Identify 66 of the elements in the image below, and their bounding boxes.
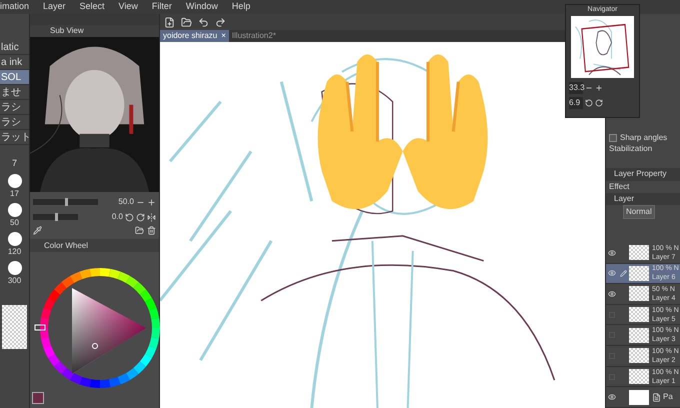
redo-icon[interactable]	[215, 16, 226, 28]
flip-icon[interactable]	[147, 212, 156, 222]
brush-size-label: 120	[8, 246, 22, 258]
eye-icon[interactable]	[608, 393, 616, 402]
rotate-right-icon[interactable]	[595, 99, 603, 107]
angle-slider[interactable]	[33, 214, 78, 220]
eye-icon[interactable]	[608, 248, 616, 257]
checkbox-label: Sharp angles	[620, 132, 668, 144]
brush-size-label: 300	[8, 274, 22, 286]
trash-icon[interactable]	[147, 226, 156, 236]
brush-size-label: 50	[10, 216, 19, 228]
eye-icon[interactable]	[608, 269, 616, 278]
rotate-left-icon[interactable]	[125, 212, 134, 222]
rotate-left-icon[interactable]	[585, 99, 593, 107]
menu-item[interactable]: Layer	[43, 0, 66, 14]
tool-item[interactable]: ラット	[0, 130, 29, 145]
tool-item[interactable]: SOL	[0, 70, 29, 85]
document-tab[interactable]: Illustration2*	[228, 30, 279, 42]
layer-row[interactable]: Pa	[606, 387, 680, 408]
new-file-icon[interactable]	[164, 16, 175, 28]
layer-thumbnail	[629, 390, 649, 405]
slider-thumb[interactable]	[54, 213, 58, 222]
tool-item[interactable]: ませ	[0, 85, 29, 100]
main-color-swatch[interactable]	[32, 392, 44, 404]
paper-icon	[652, 392, 661, 402]
effect-label: Effect	[608, 180, 630, 193]
menu-item[interactable]: Filter	[152, 0, 172, 14]
layer-name: Pa	[663, 391, 673, 404]
folder-icon[interactable]	[135, 226, 144, 236]
eyedropper-icon[interactable]	[33, 226, 42, 236]
zoom-value: 50.0	[118, 196, 134, 208]
zoom-in-icon[interactable]	[147, 198, 156, 207]
navigator-angle: 6.9	[569, 97, 583, 109]
layer-thumbnail	[629, 286, 649, 302]
layer-thumbnail	[629, 369, 649, 384]
menu-item[interactable]: Select	[80, 0, 105, 14]
open-folder-icon[interactable]	[181, 16, 192, 28]
close-icon[interactable]: ×	[221, 30, 226, 42]
slider-thumb[interactable]	[64, 198, 68, 206]
layer-thumbnail	[629, 328, 649, 343]
brush-size-header: 7	[12, 157, 17, 170]
navigator-zoom: 33.3	[569, 82, 583, 94]
layer-thumbnail	[629, 307, 649, 322]
texture-swatch[interactable]	[2, 304, 27, 348]
layer-thumbnail	[629, 266, 649, 281]
layer-thumbnail	[629, 348, 649, 364]
section-label: Stabilization	[608, 144, 654, 154]
rotate-right-icon[interactable]	[136, 212, 145, 222]
menu-item[interactable]: Window	[186, 0, 218, 14]
tool-item[interactable]: ラシ	[0, 115, 29, 130]
zoom-in-icon[interactable]	[595, 84, 603, 92]
tool-item[interactable]: latic	[0, 40, 29, 55]
undo-icon[interactable]	[198, 16, 209, 28]
pencil-icon	[620, 270, 627, 277]
tool-item[interactable]: ラシ	[0, 100, 29, 115]
layer-thumbnail	[629, 245, 649, 260]
brush-size-label: 17	[10, 188, 19, 200]
menu-item[interactable]: Help	[232, 0, 250, 14]
menu-item[interactable]: imation	[0, 0, 30, 14]
menu-item[interactable]: View	[118, 0, 138, 14]
checkbox[interactable]	[609, 134, 617, 142]
zoom-slider[interactable]	[33, 199, 98, 206]
eye-icon[interactable]	[608, 290, 616, 298]
angle-value: 0.0	[112, 211, 123, 224]
blend-mode-dropdown[interactable]: Normal	[623, 205, 655, 220]
document-tab[interactable]: yoidore shirazu ×	[160, 30, 229, 42]
